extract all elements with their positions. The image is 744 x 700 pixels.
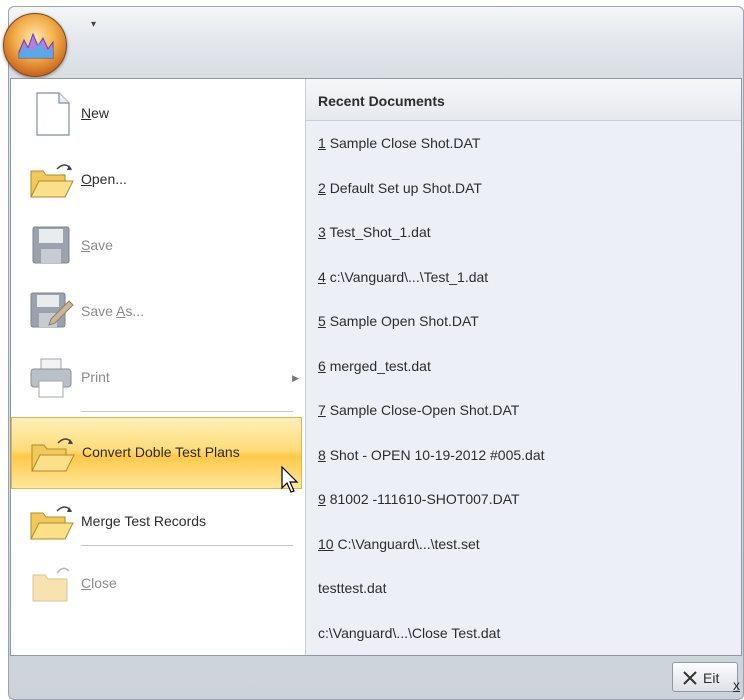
- recent-document-number: 8: [318, 446, 326, 463]
- recent-document-number: 5: [318, 313, 326, 329]
- recent-document-name: Sample Close Shot.DAT: [329, 135, 481, 151]
- menu-item-label: Merge Test Records: [81, 513, 207, 529]
- recent-document-name: Sample Open Shot.DAT: [329, 313, 479, 329]
- menu-item-open[interactable]: Open...: [19, 149, 301, 211]
- menu-item-new[interactable]: New: [19, 83, 301, 145]
- recent-document-name: 81002 -111610-SHOT007.DAT: [329, 491, 520, 507]
- recent-document-number: 4: [318, 268, 326, 285]
- recent-document-name: merged_test.dat: [329, 357, 431, 374]
- menu-item-mnemonic: C: [81, 575, 92, 591]
- recent-documents-title: Recent Documents: [318, 93, 445, 109]
- recent-document-name: Shot - OPEN 10-19-2012 #005.dat: [329, 446, 545, 463]
- recent-document-name: c:\Vanguard\...\Close Test.dat: [318, 624, 501, 641]
- recent-document-item[interactable]: 8 Shot - OPEN 10-19-2012 #005.dat: [318, 447, 545, 463]
- waveform-logo-icon: [18, 32, 54, 59]
- recent-document-item[interactable]: 4 c:\Vanguard\...\Test_1.dat: [318, 269, 488, 285]
- recent-document-name: c:\Vanguard\...\Test_1.dat: [329, 268, 489, 285]
- recent-document-number: 10: [318, 535, 334, 552]
- menu-item-close[interactable]: Close: [19, 553, 301, 615]
- close-folder-icon: [27, 561, 77, 607]
- recent-document-item[interactable]: testtest.dat: [318, 580, 386, 596]
- recent-document-item[interactable]: 10 C:\Vanguard\...\test.set: [318, 536, 480, 552]
- exit-button-label: Ex it: [703, 670, 740, 693]
- menu-item-mnemonic: O: [81, 171, 92, 187]
- recent-document-name: C:\Vanguard\...\test.set: [337, 535, 480, 552]
- menu-item-label: ave: [90, 237, 113, 253]
- menu-item-mnemonic: S: [81, 237, 91, 253]
- menu-item-convert-doble-test-plans[interactable]: Convert Doble Test Plans: [11, 417, 302, 489]
- menu-item-label: ew: [91, 105, 110, 121]
- open-folder-icon: [27, 157, 77, 203]
- customize-quick-access-arrow-icon[interactable]: ▾: [91, 20, 96, 30]
- application-menu-panel: New Open... Save Save As... Print ▶ Conv…: [10, 78, 742, 656]
- menu-item-label: Print: [81, 369, 110, 385]
- menu-item-merge-test-records[interactable]: Merge Test Records: [19, 491, 301, 553]
- recent-document-item[interactable]: 3 Test_Shot_1.dat: [318, 224, 431, 240]
- recent-document-item[interactable]: 5 Sample Open Shot.DAT: [318, 313, 479, 329]
- menu-item-save-as[interactable]: Save As...: [19, 281, 301, 343]
- menu-item-label: Convert Doble Test Plans: [82, 444, 240, 460]
- submenu-arrow-icon: ▶: [292, 373, 299, 383]
- menu-commands: New Open... Save Save As... Print ▶ Conv…: [11, 79, 305, 655]
- menu-item-save[interactable]: Save: [19, 215, 301, 277]
- menu-item-label: s...: [125, 303, 145, 319]
- printer-icon: [27, 355, 77, 401]
- recent-document-name: Test_Shot_1.dat: [329, 224, 431, 240]
- recent-document-number: 1: [318, 135, 326, 151]
- recent-document-number: 9: [318, 491, 326, 507]
- menu-item-mnemonic: A: [116, 303, 126, 319]
- new-document-icon: [27, 91, 77, 137]
- recent-document-name: Sample Close-Open Shot.DAT: [329, 402, 520, 418]
- open-folder-icon: [27, 499, 77, 545]
- recent-document-number: 2: [318, 179, 326, 196]
- menu-item-mnemonic: N: [81, 105, 92, 121]
- title-bar: ▾: [9, 7, 743, 79]
- application-menu-button[interactable]: [3, 13, 67, 77]
- menu-item-label: pen...: [91, 171, 127, 187]
- exit-button[interactable]: Ex it: [672, 662, 740, 693]
- recent-document-number: 7: [318, 402, 326, 418]
- recent-document-item[interactable]: 2 Default Set up Shot.DAT: [318, 180, 482, 196]
- recent-document-number: 6: [318, 357, 326, 374]
- menu-item-label-prefix: Save: [81, 303, 117, 319]
- recent-documents-panel: Recent Documents 1 Sample Close Shot.DAT…: [305, 79, 741, 655]
- save-as-icon: [27, 289, 77, 335]
- recent-document-item[interactable]: 1 Sample Close Shot.DAT: [318, 135, 480, 151]
- mouse-pointer-icon: [281, 465, 301, 497]
- recent-document-name: testtest.dat: [318, 580, 387, 596]
- recent-document-item[interactable]: c:\Vanguard\...\Close Test.dat: [318, 625, 500, 641]
- menu-separator: [81, 545, 293, 547]
- floppy-disk-icon: [27, 223, 77, 269]
- menu-item-label: lose: [91, 575, 117, 591]
- recent-document-item[interactable]: 6 merged_test.dat: [318, 358, 431, 374]
- menu-item-print[interactable]: Print ▶: [19, 347, 301, 409]
- recent-document-item[interactable]: 9 81002 -111610-SHOT007.DAT: [318, 491, 520, 507]
- menu-separator: [81, 411, 293, 413]
- recent-document-item[interactable]: 7 Sample Close-Open Shot.DAT: [318, 402, 519, 418]
- recent-document-number: 3: [318, 224, 326, 240]
- recent-documents-header: Recent Documents: [306, 79, 741, 121]
- recent-document-name: Default Set up Shot.DAT: [329, 179, 482, 196]
- close-x-icon: [683, 671, 697, 685]
- open-folder-icon: [28, 431, 78, 477]
